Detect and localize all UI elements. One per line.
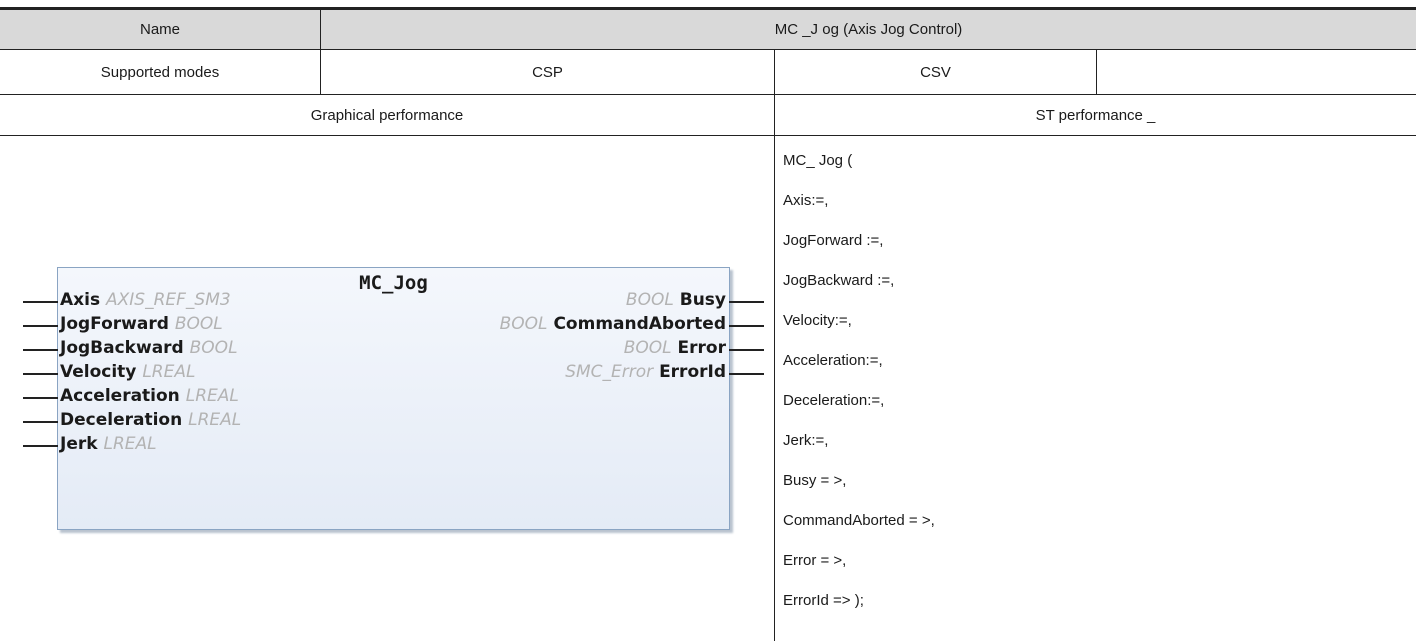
output-error: BOOL Error	[624, 338, 726, 358]
mode-csv-cell: CSV	[775, 50, 1096, 94]
st-code-line: ErrorId => );	[783, 592, 864, 609]
mode-extra-cell	[1097, 50, 1416, 94]
st-code-line: JogBackward :=,	[783, 272, 895, 289]
input-type: LREAL	[185, 386, 239, 406]
output-type: BOOL	[623, 338, 672, 358]
name-value-cell: MC _J og (Axis Jog Control)	[321, 10, 1416, 49]
st-code-line: Jerk:=,	[783, 432, 829, 449]
st-code-line: CommandAborted = >,	[783, 512, 935, 529]
row-divider-3	[0, 135, 1416, 136]
row-divider-1	[0, 49, 1416, 50]
input-name: Velocity	[60, 362, 137, 382]
output-name: CommandAborted	[553, 314, 726, 334]
st-code-line: JogForward :=,	[783, 232, 884, 249]
input-name: Deceleration	[60, 410, 183, 430]
input-axis: Axis AXIS_REF_SM3	[60, 290, 231, 310]
input-type: LREAL	[188, 410, 242, 430]
output-type: BOOL	[625, 290, 674, 310]
input-deceleration: Deceleration LREAL	[60, 410, 241, 430]
input-pin-line	[23, 421, 58, 423]
col-divider-a	[320, 10, 321, 95]
input-type: BOOL	[189, 338, 238, 358]
graphical-header: Graphical performance	[310, 106, 464, 124]
input-type: LREAL	[142, 362, 196, 382]
st-code-line: Acceleration:=,	[783, 352, 883, 369]
input-pin-line	[23, 373, 58, 375]
st-code-line: Velocity:=,	[783, 312, 852, 329]
modes-label: Supported modes	[100, 63, 220, 81]
input-name: Axis	[60, 290, 101, 310]
input-pin-line	[23, 397, 58, 399]
mode-csv: CSV	[920, 63, 951, 81]
st-code-line: Axis:=,	[783, 192, 829, 209]
output-pin-line	[729, 325, 764, 327]
st-header: ST performance _	[1035, 106, 1156, 124]
modes-label-cell: Supported modes	[0, 50, 320, 94]
input-type: AXIS_REF_SM3	[106, 290, 231, 310]
name-value: MC _J og (Axis Jog Control)	[774, 21, 963, 38]
input-name: Acceleration	[60, 386, 180, 406]
mode-csp: CSP	[532, 63, 563, 81]
output-name: Busy	[679, 290, 726, 310]
col-divider-c	[1096, 50, 1097, 95]
input-pin-line	[23, 349, 58, 351]
output-errorid: SMC_Error ErrorId	[565, 362, 726, 382]
input-name: Jerk	[60, 434, 98, 454]
input-type: LREAL	[103, 434, 157, 454]
output-busy: BOOL Busy	[626, 290, 726, 310]
st-code-line: Deceleration:=,	[783, 392, 885, 409]
name-label: Name	[139, 21, 180, 38]
output-pin-line	[729, 349, 764, 351]
st-code-line: Busy = >,	[783, 472, 847, 489]
input-acceleration: Acceleration LREAL	[60, 386, 239, 406]
st-header-cell: ST performance _	[775, 95, 1416, 135]
graphical-header-cell: Graphical performance	[0, 95, 774, 135]
output-pin-line	[729, 373, 764, 375]
input-velocity: Velocity LREAL	[60, 362, 195, 382]
mode-csp-cell: CSP	[321, 50, 774, 94]
st-code-line: MC_ Jog (	[783, 152, 853, 169]
output-commandaborted: BOOL CommandAborted	[500, 314, 726, 334]
st-code-line: Error = >,	[783, 552, 847, 569]
output-name: ErrorId	[659, 362, 726, 382]
output-name: Error	[677, 338, 726, 358]
name-label-cell: Name	[0, 10, 320, 49]
output-type: BOOL	[499, 314, 548, 334]
input-name: JogForward	[60, 314, 169, 334]
input-name: JogBackward	[60, 338, 184, 358]
input-type: BOOL	[174, 314, 223, 334]
col-divider-b	[774, 50, 775, 641]
input-jerk: Jerk LREAL	[60, 434, 157, 454]
output-type: SMC_Error	[565, 362, 654, 382]
input-pin-line	[23, 445, 58, 447]
input-pin-line	[23, 325, 58, 327]
input-pin-line	[23, 301, 58, 303]
row-divider-2	[0, 94, 1416, 95]
input-jogforward: JogForward BOOL	[60, 314, 223, 334]
input-jogbackward: JogBackward BOOL	[60, 338, 238, 358]
output-pin-line	[729, 301, 764, 303]
